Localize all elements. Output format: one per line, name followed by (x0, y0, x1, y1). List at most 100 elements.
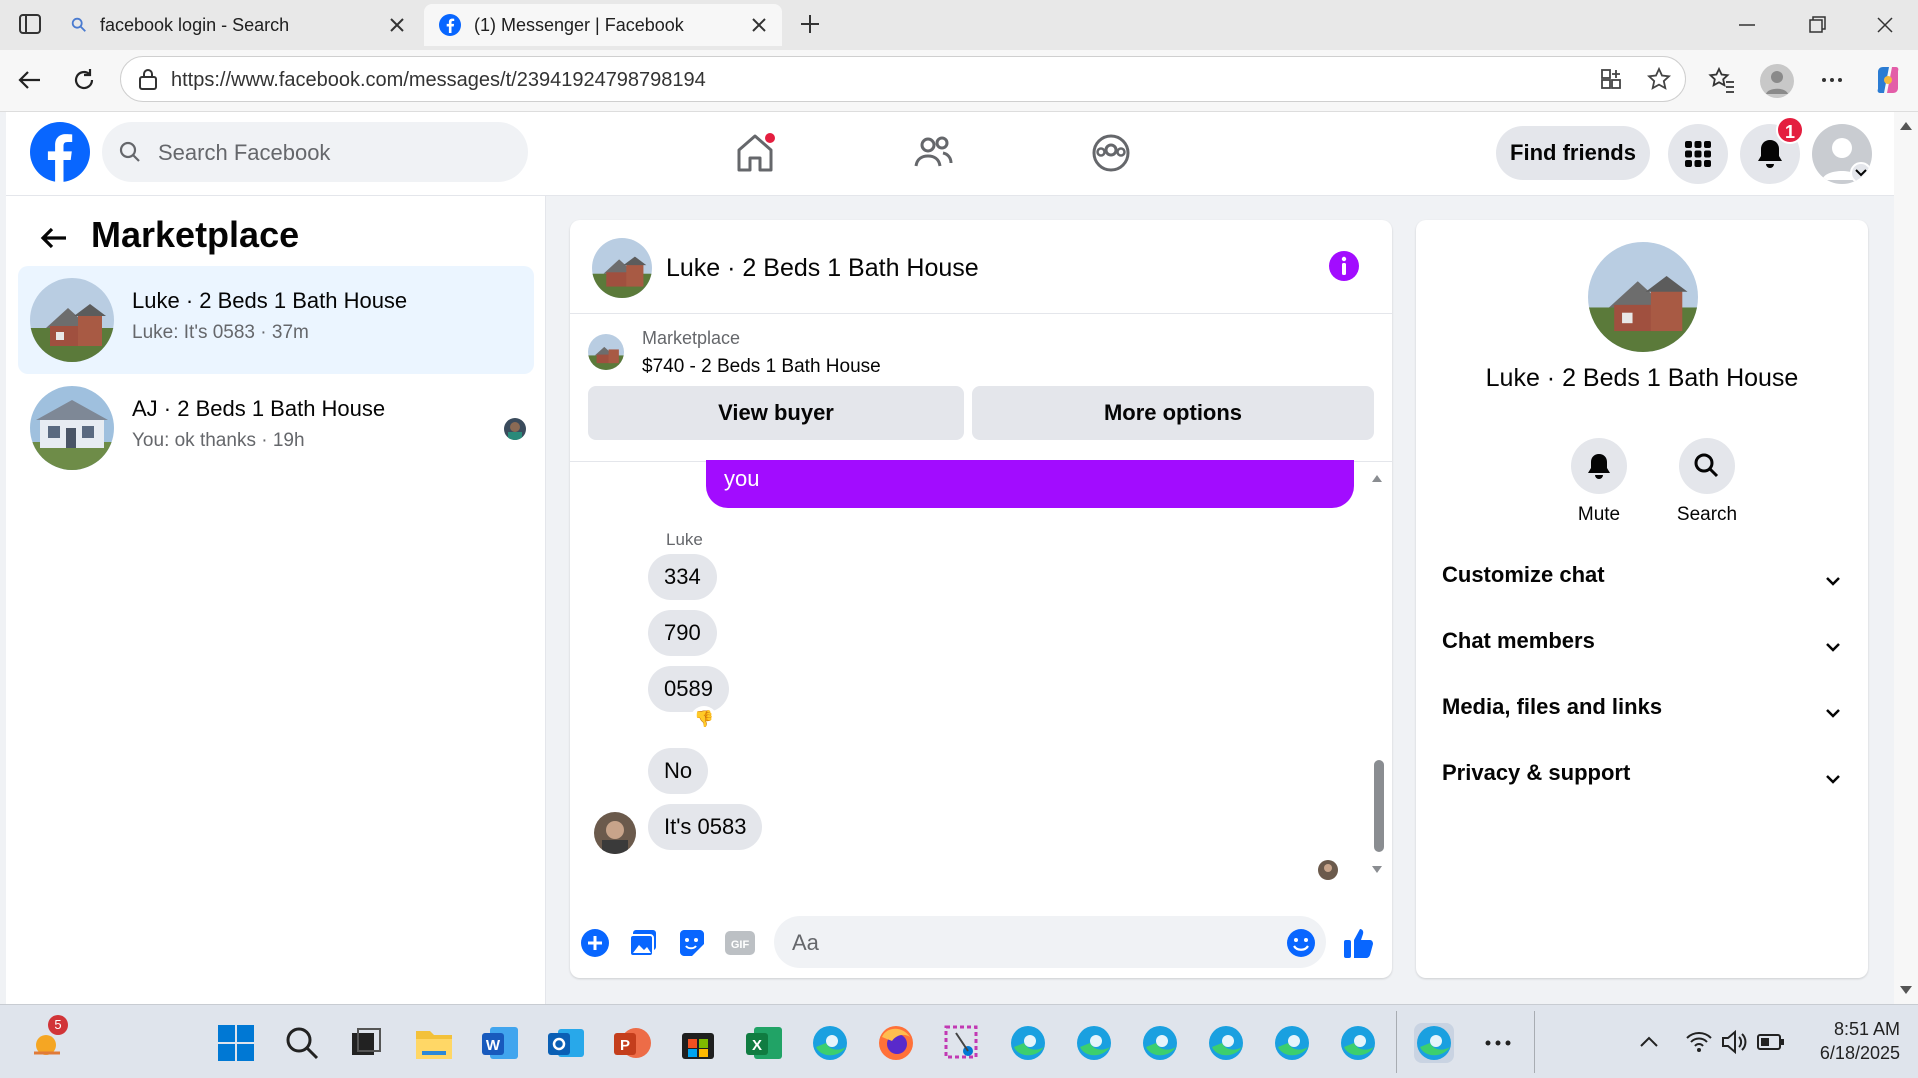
incoming-message[interactable]: No (648, 748, 709, 794)
more-options-button[interactable]: More options (972, 386, 1374, 440)
friends-icon[interactable] (908, 128, 958, 178)
new-tab-icon[interactable] (798, 12, 822, 36)
edge-icon[interactable] (1140, 1023, 1180, 1063)
url-text[interactable]: https://www.facebook.com/messages/t/2394… (171, 69, 706, 92)
outgoing-message[interactable]: you (706, 460, 1354, 508)
chat-scrollbar-thumb[interactable] (1374, 760, 1384, 852)
edge-icon[interactable] (1338, 1023, 1378, 1063)
info-icon[interactable] (1328, 250, 1360, 282)
view-buyer-button[interactable]: View buyer (588, 386, 964, 440)
edge-icon[interactable] (1008, 1023, 1048, 1063)
conversation-name: AJ · 2 Beds 1 Bath House (132, 396, 386, 421)
chat-avatar-large[interactable] (1588, 242, 1698, 352)
page-scrollbar[interactable] (1894, 112, 1918, 1004)
powerpoint-icon[interactable]: P (612, 1023, 652, 1063)
sender-name: Luke (666, 530, 703, 549)
photo-icon[interactable] (628, 928, 658, 958)
weather-icon[interactable]: 5 (28, 1015, 68, 1063)
edge-icon[interactable] (1074, 1023, 1114, 1063)
mute-button[interactable]: Mute (1554, 438, 1644, 526)
chat-title[interactable]: Luke · 2 Beds 1 Bath House (666, 254, 979, 283)
listing-thumbnail (588, 334, 624, 370)
url-field[interactable]: https://www.facebook.com/messages/t/2394… (120, 56, 1686, 102)
edge-icon[interactable] (810, 1023, 850, 1063)
gif-icon[interactable]: GIF (724, 928, 756, 958)
profile-avatar[interactable] (1760, 64, 1794, 98)
snipping-tool-icon[interactable] (942, 1023, 982, 1063)
refresh-icon[interactable] (70, 66, 98, 94)
chevron-down-icon (1822, 702, 1844, 724)
windows-start-icon[interactable] (216, 1023, 256, 1063)
plus-icon[interactable] (580, 928, 610, 958)
privacy-support-section[interactable]: Privacy & support (1442, 760, 1852, 800)
listing-price-title[interactable]: $740 - 2 Beds 1 Bath House (642, 356, 881, 378)
chat-members-section[interactable]: Chat members (1442, 628, 1852, 668)
home-icon[interactable] (730, 128, 780, 178)
customize-chat-section[interactable]: Customize chat (1442, 562, 1852, 602)
edge-icon[interactable] (1414, 1023, 1454, 1063)
thumbs-down-reaction[interactable]: 👎 (690, 706, 718, 734)
menu-button[interactable] (1668, 124, 1728, 184)
back-icon[interactable] (16, 66, 44, 94)
chevron-up-icon[interactable] (1636, 1029, 1662, 1055)
message-input[interactable]: Aa (774, 916, 1326, 968)
chat-avatar[interactable] (592, 238, 652, 298)
search-icon[interactable] (282, 1023, 322, 1063)
conversation-item-luke[interactable]: Luke · 2 Beds 1 Bath House Luke: It's 05… (18, 266, 534, 374)
facebook-logo-icon[interactable] (30, 122, 90, 182)
tab-messenger[interactable]: (1) Messenger | Facebook (424, 4, 782, 46)
edge-icon[interactable] (1272, 1023, 1312, 1063)
wifi-icon[interactable] (1684, 1027, 1714, 1057)
marketplace-label: Marketplace (642, 328, 741, 348)
search-placeholder[interactable]: Search Facebook (158, 140, 330, 166)
chevron-down-icon (1822, 768, 1844, 790)
sender-avatar[interactable] (594, 812, 636, 854)
listing-thumbnail (30, 278, 114, 362)
edge-icon[interactable] (1206, 1023, 1246, 1063)
firefox-icon[interactable] (876, 1023, 916, 1063)
favorites-icon[interactable] (1708, 66, 1736, 94)
more-icon[interactable] (1818, 66, 1846, 94)
incoming-message[interactable]: 0589 (648, 666, 729, 712)
excel-icon[interactable]: X (744, 1023, 784, 1063)
taskbar-divider (1534, 1011, 1535, 1073)
chat-details-panel: Luke · 2 Beds 1 Bath House Mute Search C… (1416, 220, 1868, 978)
incoming-message[interactable]: It's 0583 (648, 804, 763, 850)
incoming-message[interactable]: 790 (648, 610, 717, 656)
back-arrow-icon[interactable] (38, 222, 70, 254)
grid-menu-icon (1684, 140, 1712, 168)
search-chat-button[interactable]: Search (1662, 438, 1752, 526)
app-icon[interactable] (1599, 67, 1623, 91)
volume-icon[interactable] (1720, 1027, 1750, 1057)
media-files-links-section[interactable]: Media, files and links (1442, 694, 1852, 734)
file-explorer-icon[interactable] (414, 1023, 454, 1063)
conversation-item-aj[interactable]: AJ · 2 Beds 1 Bath House You: ok thanks … (18, 374, 534, 482)
facebook-search[interactable]: Search Facebook (102, 122, 528, 182)
tab-bing-search[interactable]: facebook login - Search (70, 4, 420, 46)
close-icon[interactable] (386, 14, 408, 36)
lock-icon[interactable] (137, 67, 159, 91)
favorite-star-icon[interactable] (1647, 67, 1671, 91)
minimize-icon[interactable] (1736, 14, 1758, 36)
store-icon[interactable] (678, 1023, 718, 1063)
conversation-name: Luke · 2 Beds 1 Bath House (132, 288, 408, 313)
incoming-message[interactable]: 334 (648, 554, 717, 600)
weather-badge: 5 (48, 1015, 68, 1035)
system-clock[interactable]: 8:51 AM 6/18/2025 (1780, 1017, 1900, 1065)
thumbs-up-icon[interactable] (1342, 926, 1376, 960)
emoji-icon[interactable] (1286, 928, 1316, 958)
sidebar-toggle-icon[interactable] (18, 12, 42, 36)
outlook-icon[interactable] (546, 1023, 586, 1063)
task-view-icon[interactable] (346, 1023, 386, 1063)
word-icon[interactable]: W (480, 1023, 520, 1063)
account-avatar[interactable] (1812, 124, 1872, 184)
close-icon[interactable] (748, 14, 770, 36)
conversation-list-panel: Marketplace Luke · 2 Beds 1 Bath House L… (6, 196, 546, 1004)
restore-icon[interactable] (1806, 14, 1828, 36)
groups-icon[interactable] (1086, 128, 1136, 178)
copilot-icon[interactable] (1872, 64, 1904, 96)
find-friends-button[interactable]: Find friends (1496, 126, 1650, 180)
more-apps-icon[interactable] (1478, 1023, 1518, 1063)
sticker-icon[interactable] (676, 928, 706, 958)
window-close-icon[interactable] (1874, 14, 1896, 36)
